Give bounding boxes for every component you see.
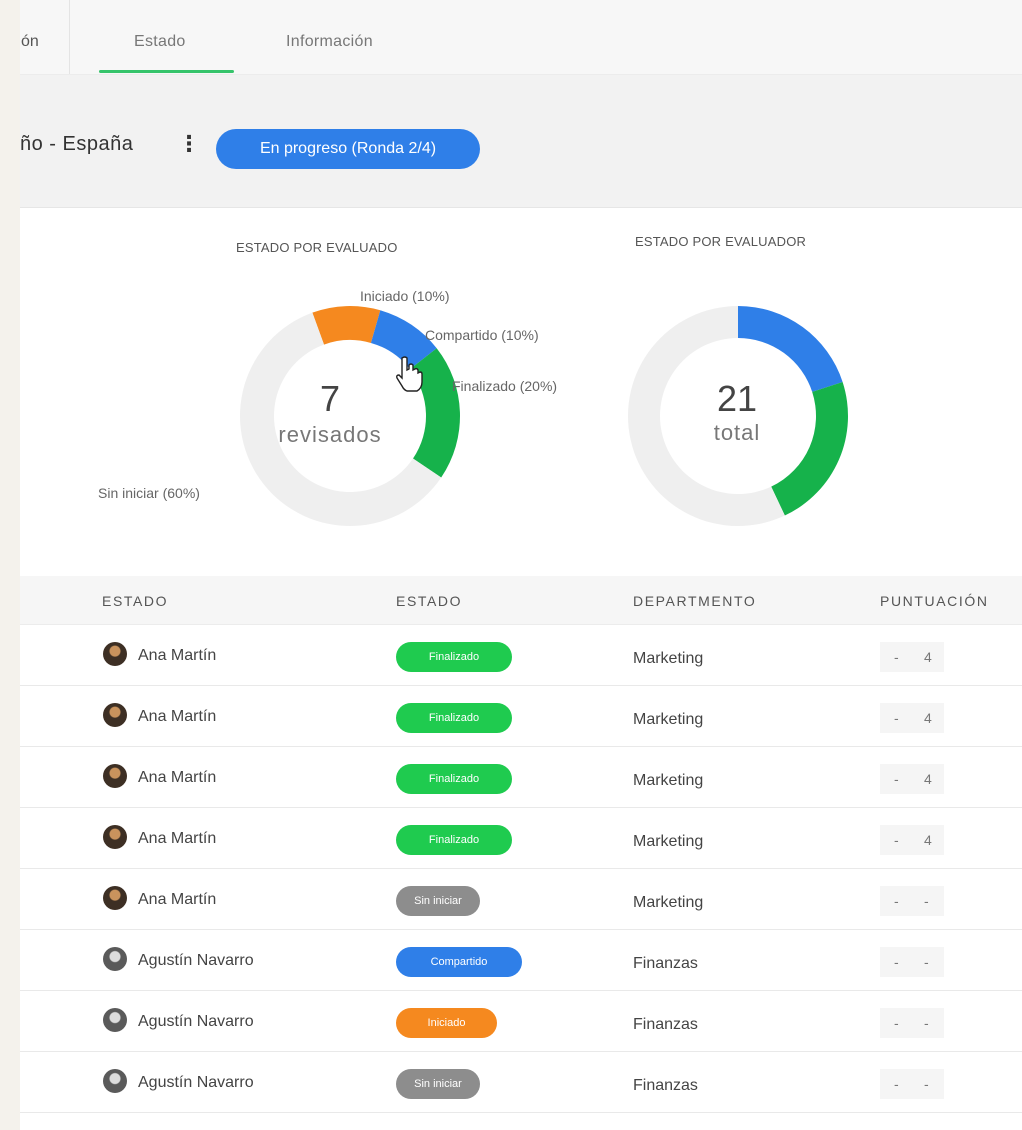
- table-header: ESTADO ESTADO DEPARTMENTO PUNTUACIÓN: [20, 576, 1022, 625]
- avatar: [103, 1008, 127, 1032]
- person-name[interactable]: Agustín Navarro: [138, 952, 254, 970]
- status-badge: Sin iniciar: [396, 1069, 480, 1099]
- department-cell: Marketing: [633, 833, 704, 850]
- department-cell: Finanzas: [633, 955, 698, 972]
- score-cell: -4: [880, 764, 944, 794]
- department-cell: Marketing: [633, 772, 704, 789]
- score-cell: -4: [880, 825, 944, 855]
- legend-iniciado: Iniciado (10%): [360, 288, 450, 304]
- person-name[interactable]: Agustín Navarro: [138, 1013, 254, 1031]
- legend-sin-iniciar: Sin iniciar (60%): [98, 485, 200, 501]
- evaluations-table: ESTADO ESTADO DEPARTMENTO PUNTUACIÓN Ana…: [20, 548, 1022, 1130]
- score-value-a: -: [894, 710, 899, 726]
- donut-evaluado-label: revisados: [278, 422, 382, 447]
- active-tab-indicator: [99, 70, 234, 73]
- tab-informacion[interactable]: Información: [286, 0, 373, 74]
- score-value-b: -: [924, 954, 929, 970]
- score-value-a: -: [894, 893, 899, 909]
- score-value-b: 4: [924, 649, 932, 665]
- table-row[interactable]: Agustín Navarro Compartido Finanzas - -: [20, 930, 1022, 991]
- table-row[interactable]: Ana Martín Finalizado Marketing -4: [20, 747, 1022, 808]
- project-title: ño - España: [20, 133, 134, 155]
- column-header-estado-1[interactable]: ESTADO: [102, 576, 168, 626]
- status-badge: Finalizado: [396, 764, 512, 794]
- score-cell: --: [880, 947, 944, 977]
- score-value-b: 4: [924, 771, 932, 787]
- avatar: [103, 1069, 127, 1093]
- score-value-a: -: [894, 954, 899, 970]
- avatar: [103, 886, 127, 910]
- score-value-b: -: [924, 1015, 929, 1031]
- score-value-a: -: [894, 649, 899, 665]
- donut-evaluado-value: 7: [319, 378, 341, 419]
- score-value-b: 4: [924, 710, 932, 726]
- tab-bar: ón Estado Información: [20, 0, 1022, 75]
- status-badge: Finalizado: [396, 703, 512, 733]
- score-value-a: -: [894, 1015, 899, 1031]
- score-value-a: -: [894, 832, 899, 848]
- department-cell: Finanzas: [633, 1016, 698, 1033]
- donut-evaluador-label: total: [713, 420, 761, 445]
- tab-truncated[interactable]: ón: [20, 0, 70, 74]
- department-cell: Finanzas: [633, 1077, 698, 1094]
- score-cell: --: [880, 886, 944, 916]
- score-cell: --: [880, 1069, 944, 1099]
- score-cell: --: [880, 1008, 944, 1038]
- department-cell: Marketing: [633, 711, 704, 728]
- tab-estado[interactable]: Estado: [134, 0, 186, 74]
- charts-section: ESTADO POR EVALUADO ESTADO POR EVALUADOR…: [20, 208, 1022, 548]
- score-value-b: -: [924, 1076, 929, 1092]
- person-name[interactable]: Ana Martín: [138, 647, 216, 665]
- score-cell: -4: [880, 642, 944, 672]
- column-header-puntuacion[interactable]: PUNTUACIÓN: [880, 576, 989, 626]
- table-row[interactable]: Ana Martín Finalizado Marketing -4: [20, 686, 1022, 747]
- score-value-a: -: [894, 771, 899, 787]
- person-name[interactable]: Ana Martín: [138, 769, 216, 787]
- person-name[interactable]: Ana Martín: [138, 891, 216, 909]
- donut-evaluado-segment-2[interactable]: [409, 348, 460, 478]
- table-row[interactable]: Agustín Navarro Iniciado Finanzas - -: [20, 991, 1022, 1052]
- donut-evaluador-value: 21: [716, 378, 758, 419]
- project-header: ño - España ⋮ En progreso (Ronda 2/4): [20, 75, 1022, 208]
- score-value-a: -: [894, 1076, 899, 1092]
- status-badge: Finalizado: [396, 825, 512, 855]
- column-header-departamento[interactable]: DEPARTMENTO: [633, 576, 756, 626]
- person-name[interactable]: Agustín Navarro: [138, 1074, 254, 1092]
- score-cell: -4: [880, 703, 944, 733]
- table-row[interactable]: Ana Martín Sin iniciar Marketing - -: [20, 869, 1022, 930]
- department-cell: Marketing: [633, 894, 704, 911]
- score-value-b: 4: [924, 832, 932, 848]
- avatar: [103, 703, 127, 727]
- person-name[interactable]: Ana Martín: [138, 708, 216, 726]
- table-row[interactable]: Ana Martín Finalizado Marketing -4: [20, 808, 1022, 869]
- column-header-estado-2[interactable]: ESTADO: [396, 576, 462, 626]
- score-value-b: -: [924, 893, 929, 909]
- person-name[interactable]: Ana Martín: [138, 830, 216, 848]
- table-row[interactable]: Ana Martín Finalizado Marketing -4: [20, 625, 1022, 686]
- status-badge: Finalizado: [396, 642, 512, 672]
- legend-finalizado: Finalizado (20%): [452, 378, 558, 394]
- table-row[interactable]: Agustín Navarro Sin iniciar Finanzas - -: [20, 1052, 1022, 1113]
- more-options-icon[interactable]: ⋮: [178, 131, 200, 157]
- donut-evaluado-segment-0[interactable]: [312, 306, 381, 345]
- department-cell: Marketing: [633, 650, 704, 667]
- avatar: [103, 825, 127, 849]
- avatar: [103, 947, 127, 971]
- status-pill[interactable]: En progreso (Ronda 2/4): [216, 129, 480, 169]
- avatar: [103, 764, 127, 788]
- app-window: ón Estado Información ño - España ⋮ En p…: [20, 0, 1022, 1130]
- status-badge: Sin iniciar: [396, 886, 480, 916]
- status-badge: Iniciado: [396, 1008, 497, 1038]
- status-badge: Compartido: [396, 947, 522, 977]
- legend-compartido: Compartido (10%): [425, 327, 539, 343]
- avatar: [103, 642, 127, 666]
